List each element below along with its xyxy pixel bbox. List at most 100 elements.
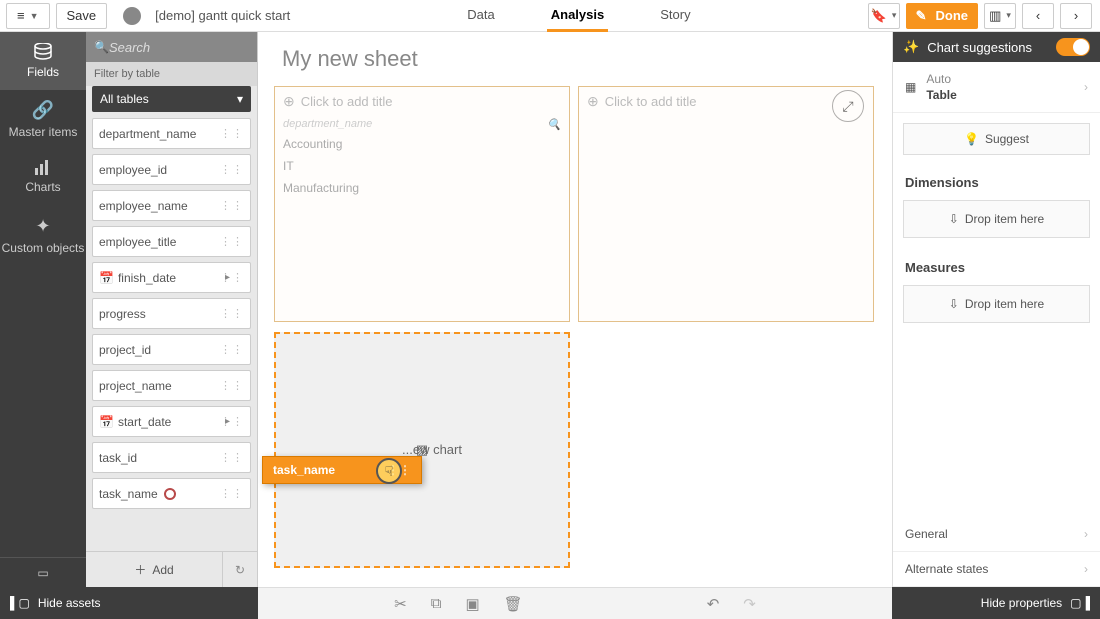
viz-object-2[interactable]: ⊕Click to add title bbox=[578, 86, 874, 322]
sheet-title[interactable]: My new sheet bbox=[282, 46, 418, 72]
field-item[interactable]: employee_title ⋮⋮ bbox=[92, 226, 251, 257]
toolbar-right: 🔖▾ ✎Done ▥▾ ‹ › bbox=[868, 3, 1100, 29]
top-toolbar: ≡▼ Save [demo] gantt quick start Data An… bbox=[0, 0, 1100, 32]
done-label: Done bbox=[936, 8, 969, 23]
nav-fields[interactable]: Fields bbox=[0, 32, 86, 90]
viz-row[interactable]: Manufacturing bbox=[275, 177, 569, 199]
field-item[interactable]: task_name⋮⋮ bbox=[92, 478, 251, 509]
drag-handle-icon[interactable]: ⋮⋮ bbox=[220, 343, 244, 356]
measures-drop[interactable]: ⇩Drop item here bbox=[903, 285, 1090, 323]
nav-master-items[interactable]: 🔗 Master items bbox=[0, 90, 86, 148]
field-label: task_id bbox=[99, 451, 137, 465]
table-icon: ▦ bbox=[905, 80, 916, 94]
chart-suggestions-header: ✨ Chart suggestions bbox=[893, 32, 1100, 62]
chart-icon: ▥ bbox=[989, 8, 1001, 24]
suggest-button[interactable]: 💡Suggest bbox=[903, 123, 1090, 155]
auto-table-row[interactable]: ▦ Auto Table › bbox=[893, 62, 1100, 113]
drop-icon: ⇩ bbox=[949, 212, 959, 226]
drag-handle-icon[interactable]: ⋮⋮ bbox=[220, 127, 244, 140]
drag-handle-icon[interactable]: ⋮⋮ bbox=[220, 379, 244, 392]
field-item[interactable]: 📅finish_date▸⋮⋮ bbox=[92, 262, 251, 293]
field-item[interactable]: task_id ⋮⋮ bbox=[92, 442, 251, 473]
field-item[interactable]: project_name⋮⋮ bbox=[92, 370, 251, 401]
cut-icon[interactable]: ✂ bbox=[394, 595, 407, 613]
drag-handle-icon[interactable]: ⋮⋮ bbox=[220, 451, 244, 464]
drop-label: Drop item here bbox=[965, 212, 1044, 226]
field-item[interactable]: progress ⋮⋮ bbox=[92, 298, 251, 329]
app-title: [demo] gantt quick start bbox=[155, 8, 290, 23]
tab-story[interactable]: Story bbox=[656, 0, 694, 32]
drag-handle-icon[interactable]: ⋮⋮ bbox=[220, 163, 244, 176]
dimensions-drop[interactable]: ⇩ Drop item here bbox=[903, 200, 1090, 238]
toolbar-tabs: Data Analysis Story bbox=[290, 0, 867, 32]
nav-charts[interactable]: Charts bbox=[0, 148, 86, 206]
sheet-dropdown-button[interactable]: ▥▾ bbox=[984, 3, 1016, 29]
field-item[interactable]: project_id⋮⋮ bbox=[92, 334, 251, 365]
chevron-right-icon[interactable]: ▸ bbox=[225, 416, 230, 427]
viz-row[interactable]: Accounting bbox=[275, 133, 569, 155]
caret-down-icon: ▾ bbox=[237, 92, 243, 106]
main-area: Fields 🔗 Master items Charts ✦ Custom ob… bbox=[0, 32, 1100, 587]
viz-title-label: Click to add title bbox=[301, 94, 393, 109]
field-label: employee_title bbox=[99, 235, 176, 249]
drag-handle-icon[interactable]: ⋮⋮ bbox=[220, 235, 244, 248]
copy-icon[interactable]: ⧉ bbox=[431, 595, 442, 613]
done-button[interactable]: ✎Done bbox=[906, 3, 978, 29]
nav-custom-objects[interactable]: ✦ Custom objects bbox=[0, 206, 86, 264]
tab-analysis[interactable]: Analysis bbox=[547, 0, 608, 32]
right-panel: ✨ Chart suggestions ▦ Auto Table › 💡Sugg… bbox=[892, 32, 1100, 587]
general-section[interactable]: General› bbox=[893, 517, 1100, 552]
save-button[interactable]: Save bbox=[56, 3, 108, 29]
drop-zone-new-chart[interactable]: ▨ ...ew chart bbox=[274, 332, 570, 568]
prev-sheet-button[interactable]: ‹ bbox=[1022, 3, 1054, 29]
drag-handle-icon[interactable]: ⋮⋮ bbox=[220, 199, 244, 212]
drag-handle-icon[interactable]: ⋮⋮ bbox=[220, 271, 244, 284]
refresh-button[interactable]: ↻ bbox=[223, 563, 257, 577]
field-item[interactable]: employee_name⋮⋮ bbox=[92, 190, 251, 221]
panel-icon: ▢▐ bbox=[1070, 596, 1090, 610]
field-item[interactable]: department_name⋮⋮ bbox=[92, 118, 251, 149]
hide-assets-bar[interactable]: ▌▢ Hide assets bbox=[0, 587, 258, 619]
next-sheet-button[interactable]: › bbox=[1060, 3, 1092, 29]
chevron-right-icon: › bbox=[1084, 562, 1088, 576]
measures-header: Measures bbox=[893, 250, 1100, 279]
alternate-states-section[interactable]: Alternate states› bbox=[893, 552, 1100, 587]
drag-handle-icon[interactable]: ⋮⋮ bbox=[220, 307, 244, 320]
canvas-toolbar: ✂ ⧉ ▣ 🗑 ↶ ↷ bbox=[258, 587, 892, 619]
viz-title[interactable]: ⊕Click to add title bbox=[579, 87, 873, 116]
delete-icon[interactable]: 🗑 bbox=[504, 595, 523, 613]
field-item[interactable]: 📅start_date▸⋮⋮ bbox=[92, 406, 251, 437]
search-bar[interactable]: 🔍 bbox=[86, 32, 257, 62]
search-icon[interactable]: 🔍 bbox=[547, 118, 561, 131]
add-field-button[interactable]: ＋Add bbox=[86, 552, 223, 587]
viz-object-1[interactable]: ⊕Click to add title department_name🔍 Acc… bbox=[274, 86, 570, 322]
drag-handle-icon[interactable]: ⋮⋮ bbox=[220, 487, 244, 500]
toolbar-left: ≡▼ Save [demo] gantt quick start bbox=[0, 3, 290, 29]
redo-icon[interactable]: ↷ bbox=[743, 595, 756, 613]
tab-data[interactable]: Data bbox=[463, 0, 498, 32]
chart-suggestions-label: Chart suggestions bbox=[927, 40, 1032, 55]
nav-bottom-button[interactable]: ▭ bbox=[0, 557, 86, 587]
paste-icon[interactable]: ▣ bbox=[465, 595, 479, 613]
viz-title[interactable]: ⊕Click to add title bbox=[275, 87, 569, 116]
hide-properties-bar[interactable]: Hide properties ▢▐ bbox=[892, 587, 1100, 619]
hamburger-icon: ≡ bbox=[17, 8, 25, 23]
suggestions-toggle[interactable] bbox=[1056, 38, 1090, 56]
viz-row[interactable]: IT bbox=[275, 155, 569, 177]
recording-indicator-icon bbox=[164, 488, 176, 500]
calendar-icon: 📅 bbox=[99, 415, 114, 429]
pointer-icon: ☟ bbox=[385, 463, 394, 480]
hide-props-label: Hide properties bbox=[981, 596, 1062, 610]
bookmark-button[interactable]: 🔖▾ bbox=[868, 3, 900, 29]
chevron-right-icon[interactable]: ▸ bbox=[225, 272, 230, 283]
undo-icon[interactable]: ↶ bbox=[707, 595, 720, 613]
field-label: progress bbox=[99, 307, 146, 321]
drag-handle-icon[interactable]: ⋮⋮ bbox=[220, 415, 244, 428]
sheet-canvas[interactable]: My new sheet ⤢ ⊕Click to add title depar… bbox=[258, 32, 892, 587]
menu-button[interactable]: ≡▼ bbox=[6, 3, 50, 29]
calendar-icon: 📅 bbox=[99, 271, 114, 285]
hide-assets-label: Hide assets bbox=[38, 596, 101, 610]
viz-title-label: Click to add title bbox=[605, 94, 697, 109]
tables-select[interactable]: All tables ▾ bbox=[92, 86, 251, 112]
field-item[interactable]: employee_id⋮⋮ bbox=[92, 154, 251, 185]
